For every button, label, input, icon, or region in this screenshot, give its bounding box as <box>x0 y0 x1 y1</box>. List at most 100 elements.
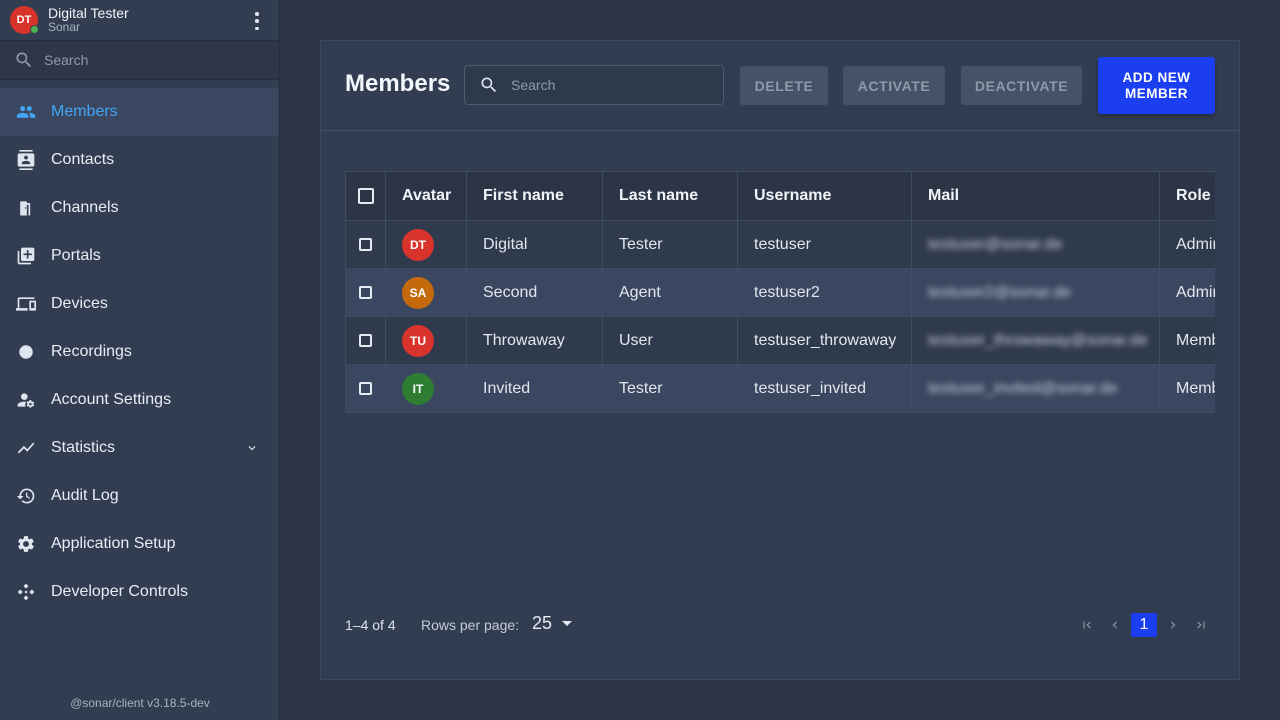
sidebar-item-portals[interactable]: Portals <box>0 232 279 280</box>
sidebar-item-channels[interactable]: Channels <box>0 184 279 232</box>
user-header[interactable]: DT Digital Tester Sonar <box>0 0 279 41</box>
next-page-icon[interactable] <box>1159 613 1187 637</box>
column-header-mail[interactable]: Mail <box>911 171 1160 221</box>
gear-icon <box>16 534 36 554</box>
sidebar-search <box>0 41 279 80</box>
pagination: 1 <box>1073 613 1215 637</box>
avatar: SA <box>402 276 434 309</box>
sidebar-item-label: Channels <box>51 199 119 216</box>
members-search <box>464 65 724 105</box>
mail-text: testuser2@sonar.de <box>928 283 1072 301</box>
table-row[interactable]: TU Throwaway User testuser_throwaway tes… <box>345 316 1215 365</box>
last-name-cell: User <box>602 316 738 365</box>
rows-per-page-select[interactable]: 25 <box>532 613 573 634</box>
avatar-cell: TU <box>385 316 467 365</box>
app-version: @sonar/client v3.18.5-dev <box>70 696 210 710</box>
sidebar-item-statistics[interactable]: Statistics <box>0 424 279 472</box>
sidebar-search-input[interactable] <box>44 52 244 68</box>
sidebar-item-developer-controls[interactable]: Developer Controls <box>0 568 279 616</box>
last-name-cell: Tester <box>602 364 738 413</box>
account-settings-icon <box>16 390 36 410</box>
table-row[interactable]: DT Digital Tester testuser testuser@sona… <box>345 220 1215 269</box>
username-cell: testuser2 <box>737 268 912 317</box>
caret-down-icon <box>562 621 573 626</box>
row-select-cell <box>345 220 386 269</box>
user-name: Digital Tester <box>48 4 129 21</box>
rows-per-page-value: 25 <box>532 613 553 633</box>
page-button-current[interactable]: 1 <box>1131 613 1157 637</box>
mail-text: testuser@sonar.de <box>928 235 1063 253</box>
sidebar-item-devices[interactable]: Devices <box>0 280 279 328</box>
row-checkbox[interactable] <box>359 237 372 251</box>
mail-cell: testuser_throwaway@sonar.de <box>911 316 1160 365</box>
first-name-cell: Throwaway <box>466 316 603 365</box>
column-header-username[interactable]: Username <box>737 171 912 221</box>
sidebar-item-recordings[interactable]: Recordings <box>0 328 279 376</box>
page-title: Members <box>345 70 451 97</box>
first-name-cell: Invited <box>466 364 603 413</box>
sidebar-item-contacts[interactable]: Contacts <box>0 136 279 184</box>
sidebar-item-label: Statistics <box>51 439 116 456</box>
sidebar-item-application-setup[interactable]: Application Setup <box>0 520 279 568</box>
select-all-cell <box>345 171 386 221</box>
sidebar-item-account-settings[interactable]: Account Settings <box>0 376 279 424</box>
previous-page-icon[interactable] <box>1101 613 1129 637</box>
portals-icon <box>16 246 36 266</box>
last-name-cell: Tester <box>602 220 738 269</box>
members-icon <box>16 102 36 122</box>
username-cell: testuser <box>737 220 912 269</box>
more-options-icon[interactable] <box>249 12 265 30</box>
members-table-container[interactable]: Avatar First name Last name Username Mai… <box>345 171 1215 413</box>
row-select-cell <box>345 316 386 365</box>
sidebar-item-label: Account Settings <box>51 391 172 408</box>
sidebar-item-label: Audit Log <box>51 487 119 504</box>
avatar-cell: SA <box>385 268 467 317</box>
table-footer: 1–4 of 4 Rows per page: 25 1 <box>345 613 1215 637</box>
search-icon <box>16 52 32 68</box>
sidebar-item-members[interactable]: Members <box>0 88 279 136</box>
developer-controls-icon <box>16 582 36 602</box>
recordings-icon <box>16 342 36 362</box>
user-initials: DT <box>16 14 32 26</box>
username-cell: testuser_throwaway <box>737 316 912 365</box>
table-row[interactable]: IT Invited Tester testuser_invited testu… <box>345 364 1215 413</box>
first-page-icon[interactable] <box>1073 613 1101 637</box>
sidebar-nav: Members Contacts Channels Portals Device… <box>0 88 279 616</box>
select-all-checkbox[interactable] <box>357 187 374 204</box>
role-cell: Admin <box>1159 220 1215 269</box>
username-cell: testuser_invited <box>737 364 912 413</box>
sidebar-item-label: Contacts <box>51 151 115 168</box>
members-search-input[interactable] <box>511 77 711 93</box>
mail-text: testuser_invited@sonar.de <box>928 379 1118 397</box>
column-header-avatar[interactable]: Avatar <box>385 171 467 221</box>
column-header-last-name[interactable]: Last name <box>602 171 738 221</box>
sidebar-item-label: Developer Controls <box>51 583 188 600</box>
sidebar-item-label: Application Setup <box>51 535 176 552</box>
statistics-icon <box>16 438 36 458</box>
role-cell: Member <box>1159 316 1215 365</box>
last-page-icon[interactable] <box>1187 613 1215 637</box>
column-header-first-name[interactable]: First name <box>466 171 603 221</box>
deactivate-button[interactable]: Deactivate <box>961 66 1082 105</box>
sidebar-item-label: Devices <box>51 295 108 312</box>
row-checkbox[interactable] <box>359 381 372 395</box>
sidebar-item-audit-log[interactable]: Audit Log <box>0 472 279 520</box>
chevron-down-icon[interactable] <box>245 441 259 460</box>
row-checkbox[interactable] <box>359 333 372 347</box>
activate-button[interactable]: Activate <box>843 66 945 105</box>
avatar: IT <box>402 372 434 405</box>
table-header-row: Avatar First name Last name Username Mai… <box>345 171 1215 221</box>
search-icon <box>481 77 497 93</box>
add-new-member-button[interactable]: Add new member <box>1098 57 1215 114</box>
column-header-role[interactable]: Role <box>1159 171 1215 221</box>
user-avatar: DT <box>10 6 39 34</box>
row-checkbox[interactable] <box>359 285 372 299</box>
user-organization: Sonar <box>48 20 81 35</box>
avatar: DT <box>402 228 434 261</box>
last-name-cell: Agent <box>602 268 738 317</box>
mail-cell: testuser_invited@sonar.de <box>911 364 1160 413</box>
table-row[interactable]: SA Second Agent testuser2 testuser2@sona… <box>345 268 1215 317</box>
delete-button[interactable]: Delete <box>740 66 828 105</box>
sidebar-item-label: Members <box>51 103 118 120</box>
role-cell: Member <box>1159 364 1215 413</box>
